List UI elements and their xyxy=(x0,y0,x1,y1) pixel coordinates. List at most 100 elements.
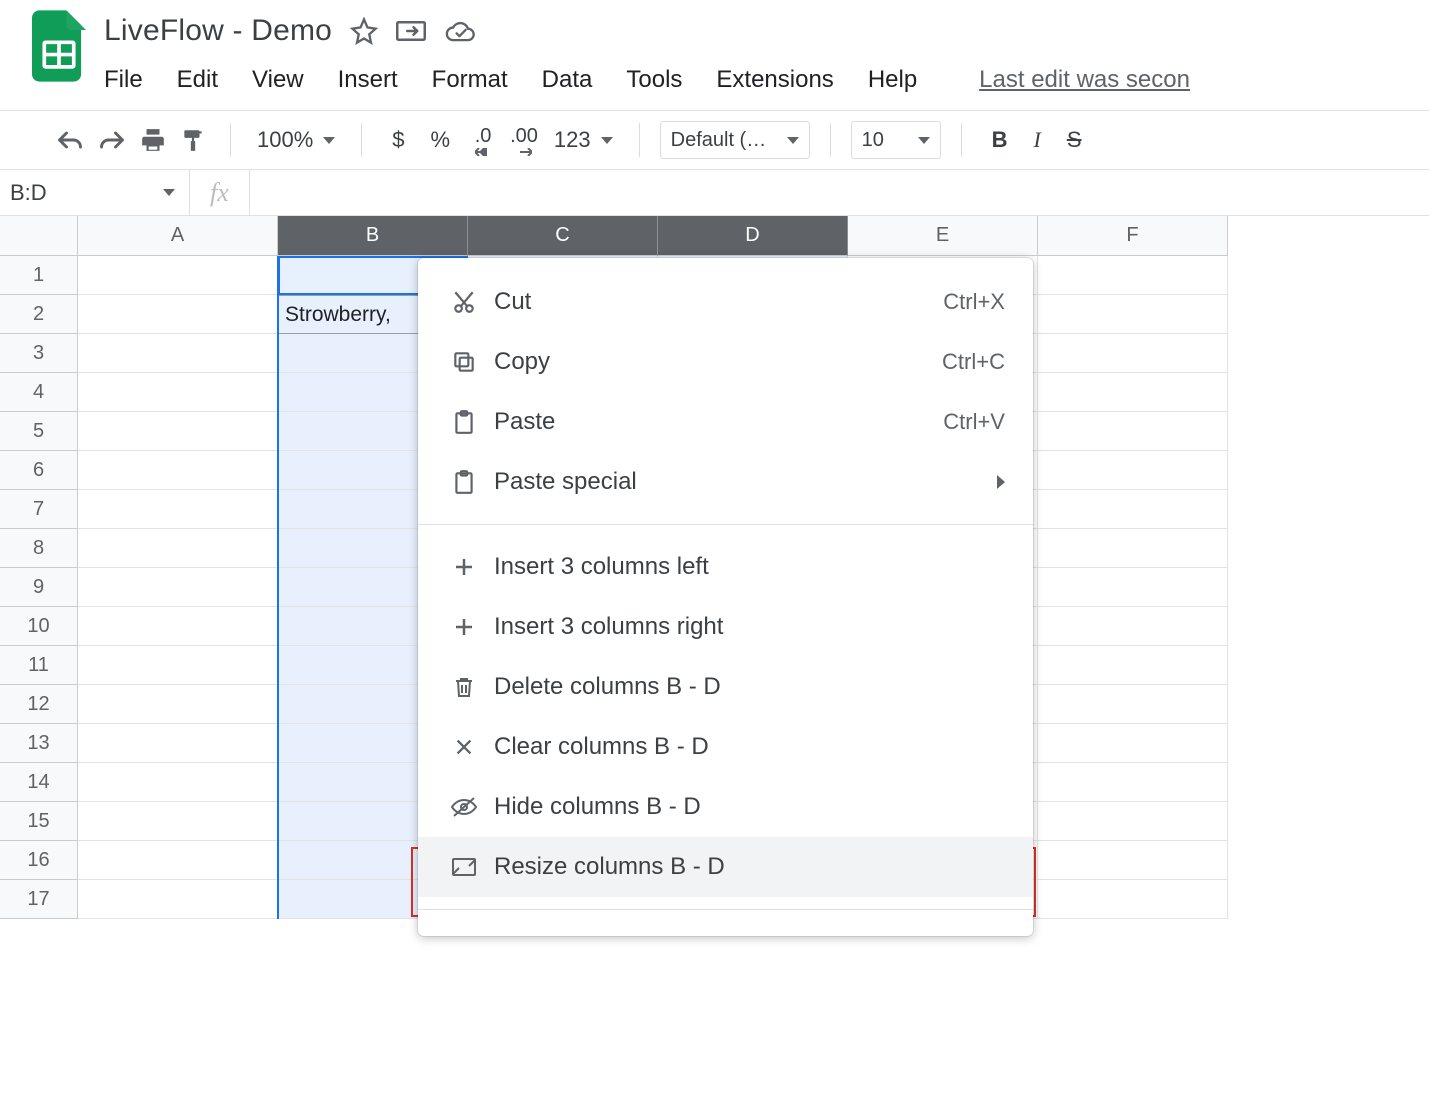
cell[interactable] xyxy=(1038,724,1228,763)
cell[interactable] xyxy=(1038,295,1228,334)
cell[interactable] xyxy=(1038,490,1228,529)
row-header[interactable]: 4 xyxy=(0,373,78,412)
row-header[interactable]: 7 xyxy=(0,490,78,529)
cell[interactable] xyxy=(78,646,278,685)
cell[interactable] xyxy=(78,802,278,841)
cell[interactable] xyxy=(1038,412,1228,451)
ctx-clear-columns[interactable]: Clear columns B - D xyxy=(418,717,1033,777)
row-header[interactable]: 16 xyxy=(0,841,78,880)
cell[interactable] xyxy=(78,412,278,451)
format-percent-button[interactable]: % xyxy=(421,127,461,153)
ctx-hide-columns[interactable]: Hide columns B - D xyxy=(418,777,1033,837)
number-format-dropdown[interactable]: 123 xyxy=(548,127,619,153)
cell[interactable] xyxy=(78,373,278,412)
menu-edit[interactable]: Edit xyxy=(177,66,218,94)
row-header[interactable]: 9 xyxy=(0,568,78,607)
cell[interactable] xyxy=(1038,256,1228,295)
cell[interactable] xyxy=(78,490,278,529)
row-header[interactable]: 10 xyxy=(0,607,78,646)
star-icon[interactable] xyxy=(350,17,378,45)
row-header[interactable]: 14 xyxy=(0,763,78,802)
row-header[interactable]: 17 xyxy=(0,880,78,919)
column-header-D[interactable]: D xyxy=(658,216,848,256)
bold-button[interactable]: B xyxy=(982,127,1018,153)
menu-view[interactable]: View xyxy=(252,66,304,94)
cell[interactable] xyxy=(78,880,278,919)
column-header-F[interactable]: F xyxy=(1038,216,1228,256)
cell[interactable] xyxy=(78,607,278,646)
row-header[interactable]: 1 xyxy=(0,256,78,295)
cell[interactable] xyxy=(78,685,278,724)
name-box[interactable]: B:D xyxy=(0,170,190,215)
cell[interactable] xyxy=(1038,685,1228,724)
row-header[interactable]: 6 xyxy=(0,451,78,490)
row-header[interactable]: 3 xyxy=(0,334,78,373)
sheets-logo[interactable] xyxy=(32,10,86,82)
row-header[interactable]: 11 xyxy=(0,646,78,685)
cell[interactable] xyxy=(78,529,278,568)
menu-insert[interactable]: Insert xyxy=(338,66,398,94)
ctx-resize-columns[interactable]: Resize columns B - D xyxy=(418,837,1033,897)
zoom-dropdown[interactable]: 100% xyxy=(251,127,341,153)
ctx-insert-columns-right[interactable]: Insert 3 columns right xyxy=(418,597,1033,657)
strikethrough-button[interactable]: S xyxy=(1057,127,1092,153)
menu-tools[interactable]: Tools xyxy=(626,66,682,94)
menu-format[interactable]: Format xyxy=(432,66,508,94)
cell[interactable] xyxy=(1038,373,1228,412)
row-header[interactable]: 5 xyxy=(0,412,78,451)
cell[interactable] xyxy=(1038,646,1228,685)
row-header[interactable]: 12 xyxy=(0,685,78,724)
column-header-E[interactable]: E xyxy=(848,216,1038,256)
ctx-cut[interactable]: Cut Ctrl+X xyxy=(418,272,1033,332)
cell[interactable] xyxy=(1038,568,1228,607)
column-header-B[interactable]: B xyxy=(278,216,468,256)
ctx-delete-columns[interactable]: Delete columns B - D xyxy=(418,657,1033,717)
undo-button[interactable] xyxy=(52,122,88,158)
decrease-decimal-button[interactable]: .0 xyxy=(466,122,500,158)
row-header[interactable]: 13 xyxy=(0,724,78,763)
doc-title[interactable]: LiveFlow - Demo xyxy=(104,14,332,48)
ctx-paste[interactable]: Paste Ctrl+V xyxy=(418,392,1033,452)
select-all-corner[interactable] xyxy=(0,216,78,256)
cell[interactable] xyxy=(1038,334,1228,373)
redo-button[interactable] xyxy=(94,122,130,158)
row-header[interactable]: 2 xyxy=(0,295,78,334)
cloud-status-icon[interactable] xyxy=(444,19,476,43)
column-header-A[interactable]: A xyxy=(78,216,278,256)
cell[interactable] xyxy=(78,451,278,490)
cell[interactable] xyxy=(1038,841,1228,880)
cell[interactable] xyxy=(78,334,278,373)
font-family-dropdown[interactable]: Default (Ari… xyxy=(660,121,810,159)
paint-format-button[interactable] xyxy=(176,122,210,158)
cell[interactable] xyxy=(78,295,278,334)
cell[interactable] xyxy=(1038,451,1228,490)
cell[interactable] xyxy=(1038,529,1228,568)
row-header[interactable]: 8 xyxy=(0,529,78,568)
menu-extensions[interactable]: Extensions xyxy=(716,66,833,94)
menu-help[interactable]: Help xyxy=(868,66,917,94)
menu-file[interactable]: File xyxy=(104,66,143,94)
cell[interactable] xyxy=(78,841,278,880)
print-button[interactable] xyxy=(136,122,170,158)
cell[interactable] xyxy=(1038,607,1228,646)
last-edit-link[interactable]: Last edit was secon xyxy=(979,66,1190,94)
format-currency-button[interactable]: $ xyxy=(382,127,414,153)
move-icon[interactable] xyxy=(396,18,426,44)
cell[interactable] xyxy=(1038,763,1228,802)
ctx-insert-columns-left[interactable]: Insert 3 columns left xyxy=(418,537,1033,597)
cell[interactable] xyxy=(78,724,278,763)
cell[interactable] xyxy=(78,568,278,607)
column-header-C[interactable]: C xyxy=(468,216,658,256)
cell[interactable] xyxy=(78,256,278,295)
increase-decimal-button[interactable]: .00 xyxy=(506,122,542,158)
ctx-copy[interactable]: Copy Ctrl+C xyxy=(418,332,1033,392)
cell[interactable] xyxy=(78,763,278,802)
cell[interactable] xyxy=(1038,802,1228,841)
menu-data[interactable]: Data xyxy=(542,66,593,94)
cell[interactable] xyxy=(1038,880,1228,919)
formula-input[interactable] xyxy=(250,170,1429,215)
row-header[interactable]: 15 xyxy=(0,802,78,841)
font-size-dropdown[interactable]: 10 xyxy=(851,121,941,159)
ctx-paste-special[interactable]: Paste special xyxy=(418,452,1033,512)
italic-button[interactable]: I xyxy=(1024,127,1051,153)
